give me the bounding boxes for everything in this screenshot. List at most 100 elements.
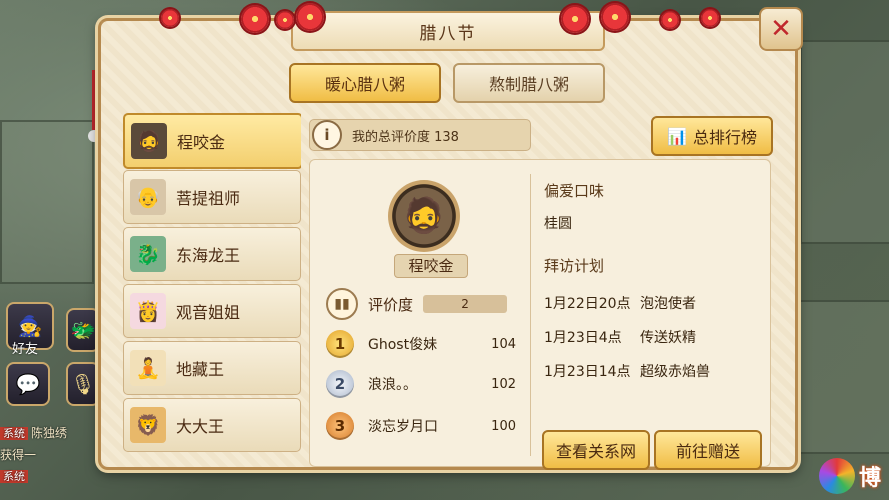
chat-line: 获得一 (0, 446, 110, 463)
ranking-player-name: 淡忘岁月口 (368, 419, 438, 435)
background-wall (800, 40, 889, 244)
plum-flower-decoration (701, 9, 719, 27)
ranking-score: 102 (491, 376, 516, 392)
plum-flower-decoration (296, 3, 324, 31)
character-avatar: 👸 (130, 293, 166, 329)
character-avatar: 🧔 (131, 123, 167, 159)
chat-button[interactable]: 💬 (6, 362, 50, 406)
pet-button[interactable]: 🐲 (66, 308, 100, 352)
view-relations-button[interactable]: 查看关系网 (542, 430, 650, 470)
visit-plan-item: 1月23日4点 传送妖精 (544, 320, 764, 354)
visit-plan-title: 拜访计划 (544, 257, 605, 275)
chat-line: 系统 陈独绣 (0, 424, 110, 441)
ranking-score: 100 (491, 418, 516, 434)
chat-icon: 💬 (15, 372, 41, 396)
plum-flower-decoration (661, 11, 679, 29)
visit-event: 泡泡使者 (640, 296, 696, 312)
plum-flower-decoration (561, 5, 589, 33)
microphone-icon: 🎙 (70, 372, 96, 396)
character-detail-panel: 🧔 程咬金 ▮▮ 评价度 2 1 Ghost俊妹 104 2 浪浪。。 102 … (309, 159, 771, 470)
leaderboard-label: 总排行榜 (692, 128, 757, 147)
ranking-player-name: Ghost俊妹 (368, 337, 438, 353)
bronze-medal-icon: 3 (326, 412, 354, 440)
tab-label: 熬制腊八粥 (488, 75, 569, 94)
character-info-column: 偏爱口味 桂圆 拜访计划 1月22日20点 泡泡使者 1月23日4点 传送妖精 … (544, 180, 764, 388)
character-item-chengyaojin[interactable]: 🧔 程咬金 (123, 113, 301, 169)
ranking-score: 104 (491, 336, 516, 352)
tab-warm-porridge[interactable]: 暖心腊八粥 (289, 63, 441, 103)
chat-line: 系统 (0, 468, 110, 484)
bar-chart-icon: 📊 (667, 126, 687, 146)
character-avatar: 🦁 (130, 407, 166, 443)
chat-tag: 系统 (0, 427, 28, 440)
character-name: 观音姐姐 (176, 303, 241, 322)
character-avatar: 🐉 (130, 236, 166, 272)
rating-value: 2 (423, 295, 508, 313)
character-name: 程咬金 (177, 133, 226, 152)
visit-date: 1月22日20点 (544, 296, 631, 312)
info-icon: i (312, 120, 342, 150)
character-item-guanyin[interactable]: 👸 观音姐姐 (123, 284, 301, 338)
background-wall (0, 120, 94, 284)
title-bar: 腊八节 (291, 11, 605, 51)
visit-event: 传送妖精 (640, 330, 696, 346)
view-relations-label: 查看关系网 (555, 442, 636, 461)
tab-label: 暖心腊八粥 (324, 75, 405, 94)
character-list[interactable]: 🧔 程咬金 👴 菩提祖师 🐉 东海龙王 👸 观音姐姐 🧘 地藏王 🦁 大大王 (123, 113, 301, 465)
character-item-dragon-king[interactable]: 🐉 东海龙王 (123, 227, 301, 281)
visit-event: 超级赤焰兽 (640, 364, 710, 380)
total-rating-text: 我的总评价度 138 (352, 129, 459, 145)
portrait-name: 程咬金 (394, 254, 468, 278)
plum-flower-decoration (241, 5, 269, 33)
character-item-puti[interactable]: 👴 菩提祖师 (123, 170, 301, 224)
background-wall (790, 300, 889, 454)
rating-row: ▮▮ 评价度 2 (326, 288, 508, 320)
total-rating-bar: i 我的总评价度 138 (309, 119, 531, 151)
plum-flower-decoration (161, 9, 179, 27)
go-gift-button[interactable]: 前往赠送 (654, 430, 762, 470)
voice-button[interactable]: 🎙 (66, 362, 100, 406)
character-avatar: 🧘 (130, 350, 166, 386)
close-icon: ✕ (770, 14, 792, 44)
friend-icon: 🧙 (17, 314, 43, 338)
watermark-text: 博 (858, 466, 881, 491)
pet-icon: 🐲 (70, 318, 96, 342)
friend-label: 好友 (12, 342, 39, 357)
preference-value: 桂圆 (544, 216, 572, 232)
character-name: 地藏王 (176, 360, 225, 379)
tab-cook-porridge[interactable]: 熬制腊八粥 (453, 63, 605, 103)
leaderboard-button[interactable]: 📊 总排行榜 (651, 116, 773, 156)
chat-tag: 系统 (0, 470, 28, 483)
gold-medal-icon: 1 (326, 330, 354, 358)
visit-plan-list: 1月22日20点 泡泡使者 1月23日4点 传送妖精 1月23日14点 超级赤焰… (544, 286, 764, 388)
character-item-dizang[interactable]: 🧘 地藏王 (123, 341, 301, 395)
plum-flower-decoration (276, 11, 294, 29)
visit-date: 1月23日4点 (544, 330, 622, 346)
close-button[interactable]: ✕ (759, 7, 803, 51)
chat-text: 获得一 (0, 448, 37, 462)
character-name: 菩提祖师 (176, 189, 241, 208)
character-avatar: 👴 (130, 179, 166, 215)
watermark-logo-icon (818, 458, 855, 494)
silver-medal-icon: 2 (326, 370, 354, 398)
site-watermark: 博 (818, 458, 881, 494)
rating-label: 评价度 (368, 295, 414, 314)
laba-dialog: 腊八节 ✕ 暖心腊八粥 熬制腊八粥 🧔 程咬金 👴 菩提祖师 🐉 东海龙王 👸 (98, 3, 803, 470)
character-name: 大大王 (176, 417, 225, 436)
go-gift-label: 前往赠送 (675, 442, 740, 461)
visit-plan-item: 1月23日14点 超级赤焰兽 (544, 354, 764, 388)
character-item-dadawang[interactable]: 🦁 大大王 (123, 398, 301, 452)
plum-flower-decoration (601, 3, 629, 31)
bar-chart-icon: ▮▮ (326, 288, 358, 320)
chat-text: 陈独绣 (31, 426, 68, 440)
ranking-player-name: 浪浪。。 (368, 377, 417, 393)
visit-date: 1月23日14点 (544, 364, 631, 380)
ranking-row: 1 Ghost俊妹 104 (326, 328, 516, 360)
visit-plan-item: 1月22日20点 泡泡使者 (544, 286, 764, 320)
panel-divider (530, 174, 531, 456)
ranking-row: 3 淡忘岁月口 100 (326, 410, 516, 442)
ranking-row: 2 浪浪。。 102 (326, 368, 516, 400)
character-name: 东海龙王 (176, 246, 241, 265)
character-portrait: 🧔 (388, 180, 460, 252)
dialog-title: 腊八节 (419, 23, 477, 44)
